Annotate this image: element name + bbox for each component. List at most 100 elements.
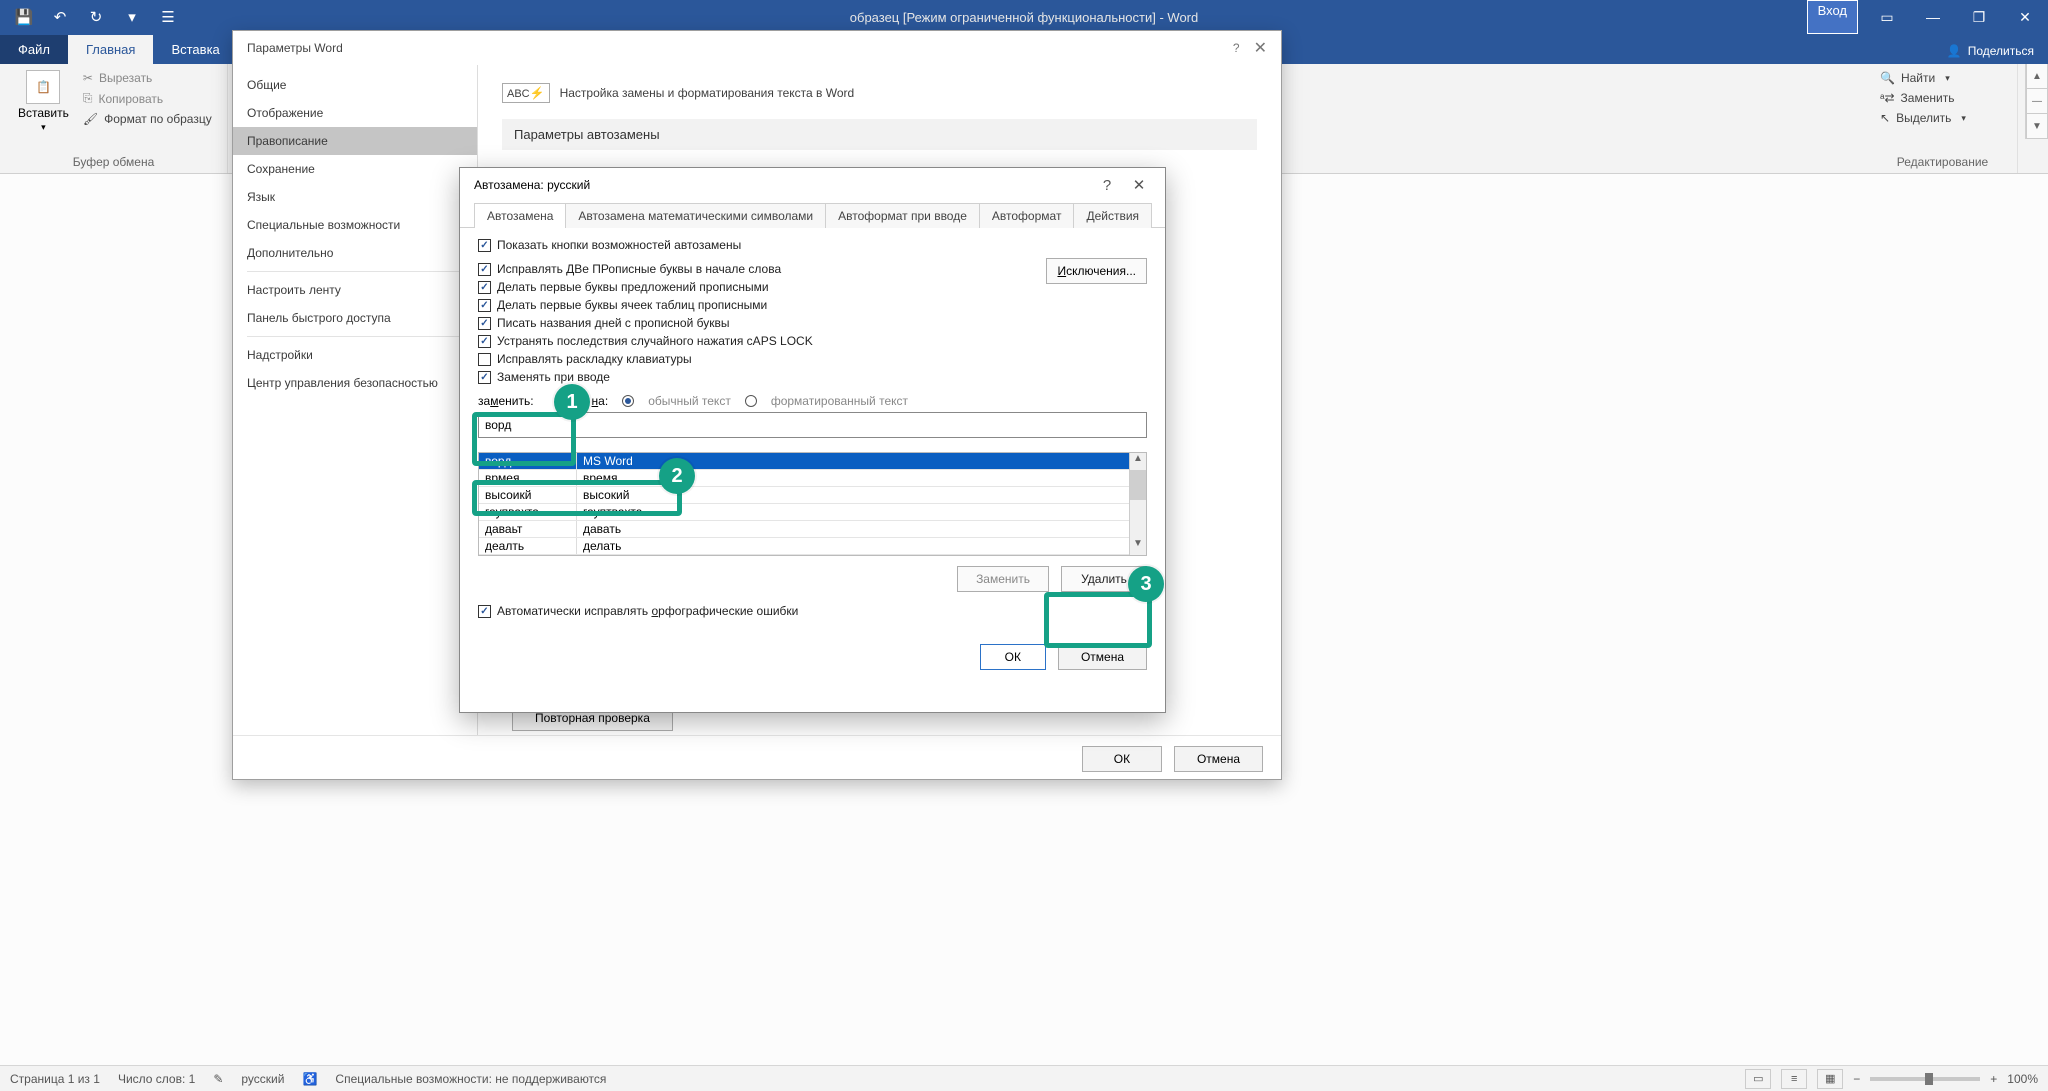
options-sidebar-item[interactable]: Сохранение xyxy=(233,155,477,183)
scrollbar[interactable]: ▲ ▼ xyxy=(1129,453,1146,555)
options-dialog-footer: ОК Отмена xyxy=(233,735,1281,782)
tab-file[interactable]: Файл xyxy=(0,35,68,64)
tab-home[interactable]: Главная xyxy=(68,35,153,64)
find-button[interactable]: 🔍Найти▾ xyxy=(1878,70,1968,86)
options-cancel-button[interactable]: Отмена xyxy=(1174,746,1263,772)
window-controls: Вход ▭ — ❐ ✕ xyxy=(1807,0,2048,34)
ribbon-display-options-icon[interactable]: ▭ xyxy=(1864,0,1910,34)
scissors-icon: ✂ xyxy=(83,71,93,85)
scroll-down-icon[interactable]: ▼ xyxy=(1130,538,1146,555)
radio-plain-label: обычный текст xyxy=(648,394,731,408)
save-icon[interactable]: 💾 xyxy=(10,3,38,31)
clipboard-group-label: Буфер обмена xyxy=(10,153,217,169)
options-sidebar-item[interactable]: Надстройки xyxy=(233,341,477,369)
checkbox-row[interactable]: Устранять последствия случайного нажатия… xyxy=(478,332,1147,350)
checkbox-row[interactable]: Заменять при вводе xyxy=(478,368,1147,386)
auto-spell-label: Автоматически исправлять орфографические… xyxy=(497,604,798,618)
status-page[interactable]: Страница 1 из 1 xyxy=(10,1072,100,1086)
checkbox-label: Исправлять ДВе ПРописные буквы в начале … xyxy=(497,262,781,276)
nav-down-icon[interactable]: ▼ xyxy=(2026,114,2048,139)
ok-button[interactable]: ОК xyxy=(980,644,1046,670)
status-accessibility[interactable]: Специальные возможности: не поддерживают… xyxy=(335,1072,606,1086)
zoom-out-icon[interactable]: − xyxy=(1853,1072,1860,1086)
touch-mode-icon[interactable]: ☰ xyxy=(154,3,182,31)
help-icon[interactable]: ? xyxy=(1233,41,1240,55)
format-painter-button[interactable]: 🖌Формат по образцу xyxy=(81,111,214,127)
checkbox-label: Исправлять раскладку клавиатуры xyxy=(497,352,692,366)
options-sidebar-item[interactable]: Язык xyxy=(233,183,477,211)
select-label: Выделить xyxy=(1896,111,1951,125)
format-painter-label: Формат по образцу xyxy=(104,112,212,126)
chevron-down-icon: ▾ xyxy=(1945,73,1950,84)
help-icon[interactable]: ? xyxy=(1091,177,1123,194)
customize-qat-icon[interactable]: ▾ xyxy=(118,3,146,31)
options-sidebar-item[interactable]: Отображение xyxy=(233,99,477,127)
undo-icon[interactable]: ↶ xyxy=(46,3,74,31)
replace-icon: ᵃ⇄ xyxy=(1880,91,1895,105)
view-read-icon[interactable]: ▭ xyxy=(1745,1069,1771,1089)
autocorrect-tab[interactable]: Автоформат при вводе xyxy=(825,203,980,228)
zoom-in-icon[interactable]: + xyxy=(1990,1072,1997,1086)
abc-icon: ABC⚡ xyxy=(502,83,550,103)
copy-label: Копировать xyxy=(98,92,163,106)
view-print-icon[interactable]: ≡ xyxy=(1781,1069,1807,1089)
replace-button[interactable]: Заменить xyxy=(957,566,1049,592)
checkbox-icon xyxy=(478,605,491,618)
redo-icon[interactable]: ↻ xyxy=(82,3,110,31)
tab-insert[interactable]: Вставка xyxy=(153,35,237,64)
options-ok-button[interactable]: ОК xyxy=(1082,746,1162,772)
checkbox-row[interactable]: Исправлять раскладку клавиатуры xyxy=(478,350,1147,368)
close-icon[interactable]: ✕ xyxy=(1123,176,1155,194)
quick-access-toolbar: 💾 ↶ ↻ ▾ ☰ xyxy=(0,3,192,31)
checkbox-row[interactable]: Писать названия дней с прописной буквы xyxy=(478,314,1147,332)
table-row[interactable]: даваьтдавать xyxy=(479,521,1146,538)
callout-3: 3 xyxy=(1128,566,1164,602)
select-button[interactable]: ↖Выделить▾ xyxy=(1878,110,1968,126)
view-web-icon[interactable]: ▦ xyxy=(1817,1069,1843,1089)
radio-formatted-text[interactable] xyxy=(745,395,757,407)
exceptions-button[interactable]: Исключения... xyxy=(1046,258,1147,284)
replace-button[interactable]: ᵃ⇄Заменить xyxy=(1878,90,1968,106)
autocorrect-title: Автозамена: русский xyxy=(474,178,590,192)
paste-button[interactable]: 📋 Вставить ▾ xyxy=(10,68,77,135)
share-button[interactable]: 👤 Поделиться xyxy=(1933,38,2048,64)
options-sidebar-item[interactable]: Общие xyxy=(233,71,477,99)
with-input[interactable] xyxy=(574,412,1147,438)
table-row[interactable]: деалтьделать xyxy=(479,538,1146,555)
autocorrect-tab[interactable]: Автозамена xyxy=(474,203,566,228)
checkbox-row[interactable]: Делать первые буквы ячеек таблиц прописн… xyxy=(478,296,1147,314)
nav-up-icon[interactable]: ▲ xyxy=(2026,64,2048,89)
options-sidebar-item[interactable]: Панель быстрого доступа xyxy=(233,304,477,332)
cut-button[interactable]: ✂Вырезать xyxy=(81,70,214,86)
close-icon[interactable]: ✕ xyxy=(1254,38,1267,58)
autocorrect-tab[interactable]: Автозамена математическими символами xyxy=(565,203,826,228)
status-words[interactable]: Число слов: 1 xyxy=(118,1072,195,1086)
close-icon[interactable]: ✕ xyxy=(2002,0,2048,34)
status-language[interactable]: русский xyxy=(241,1072,284,1086)
checkbox-row[interactable]: Исправлять ДВе ПРописные буквы в начале … xyxy=(478,260,1046,278)
options-sidebar-item[interactable]: Дополнительно xyxy=(233,239,477,267)
nav-mid-icon[interactable]: — xyxy=(2026,89,2048,114)
copy-button[interactable]: ⎘Копировать xyxy=(81,90,214,107)
options-sidebar-item[interactable]: Специальные возможности xyxy=(233,211,477,239)
minimize-icon[interactable]: — xyxy=(1910,0,1956,34)
checkbox-icon xyxy=(478,281,491,294)
options-sidebar-item[interactable]: Правописание xyxy=(233,127,477,155)
zoom-level[interactable]: 100% xyxy=(2007,1072,2038,1086)
scroll-up-icon[interactable]: ▲ xyxy=(1130,453,1146,470)
radio-plain-text[interactable] xyxy=(622,395,634,407)
login-button[interactable]: Вход xyxy=(1807,0,1858,34)
table-row[interactable]: вордMS Word xyxy=(479,453,1146,470)
options-sidebar-item[interactable]: Настроить ленту xyxy=(233,276,477,304)
status-proofing-icon[interactable]: ✎ xyxy=(213,1072,223,1086)
highlight-3 xyxy=(1044,592,1152,648)
options-sidebar-item[interactable]: Центр управления безопасностью xyxy=(233,369,477,397)
restore-icon[interactable]: ❐ xyxy=(1956,0,2002,34)
checkbox-row[interactable]: Делать первые буквы предложений прописны… xyxy=(478,278,1046,296)
zoom-slider[interactable] xyxy=(1870,1077,1980,1081)
vertical-nav-buttons: ▲ — ▼ xyxy=(2025,64,2048,139)
scroll-thumb[interactable] xyxy=(1130,470,1146,500)
checkbox-row[interactable]: Показать кнопки возможностей автозамены xyxy=(478,236,1147,254)
autocorrect-tab[interactable]: Автоформат xyxy=(979,203,1075,228)
autocorrect-tab[interactable]: Действия xyxy=(1073,203,1152,228)
